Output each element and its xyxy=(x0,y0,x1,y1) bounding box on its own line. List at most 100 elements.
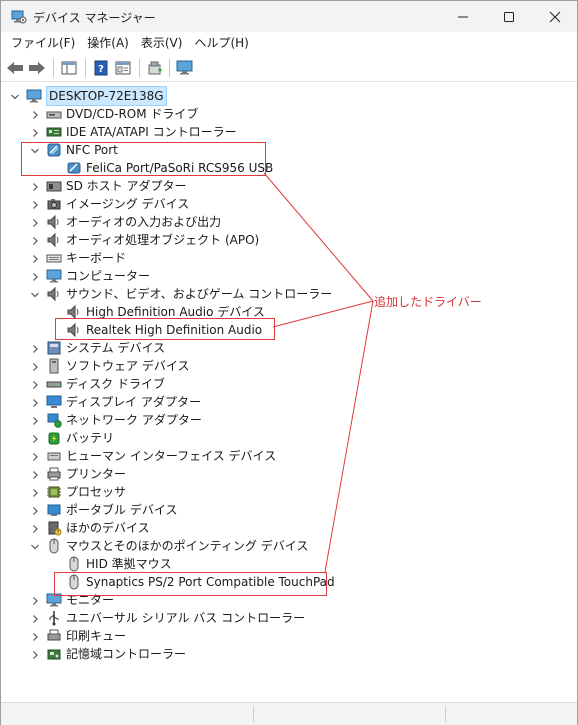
tree-device[interactable]: Realtek High Definition Audio xyxy=(1,321,577,339)
tree-category[interactable]: ポータブル デバイス xyxy=(1,501,577,519)
update-driver-button[interactable] xyxy=(145,58,165,78)
chevron-right-icon[interactable] xyxy=(30,433,40,443)
menu-help[interactable]: ヘルプ(H) xyxy=(188,32,254,54)
chevron-down-icon[interactable] xyxy=(30,145,40,155)
minimize-button[interactable] xyxy=(440,1,486,32)
tree-category[interactable]: オーディオ処理オブジェクト (APO) xyxy=(1,231,577,249)
tree-category[interactable]: モニター xyxy=(1,591,577,609)
tree-category[interactable]: NFC Port xyxy=(1,141,577,159)
chevron-right-icon[interactable] xyxy=(30,595,40,605)
computer-icon xyxy=(26,88,42,104)
tree-root[interactable]: DESKTOP-72E138G xyxy=(1,86,577,106)
tree-category-label: オーディオ処理オブジェクト (APO) xyxy=(66,233,260,247)
menu-action[interactable]: 操作(A) xyxy=(81,32,135,54)
chevron-down-icon[interactable] xyxy=(30,289,40,299)
scan-hardware-button[interactable] xyxy=(175,58,195,78)
tree-category-label: オーディオの入力および出力 xyxy=(66,215,222,229)
tree-category[interactable]: プロセッサ xyxy=(1,483,577,501)
tree-device[interactable]: High Definition Audio デバイス xyxy=(1,303,577,321)
tree-category[interactable]: ソフトウェア デバイス xyxy=(1,357,577,375)
chevron-right-icon[interactable] xyxy=(30,271,40,281)
storage-controller-icon xyxy=(46,646,62,662)
menu-file[interactable]: ファイル(F) xyxy=(5,32,81,54)
tree-category-label: ディスプレイ アダプター xyxy=(66,395,201,409)
tree-category-label: モニター xyxy=(66,593,115,607)
chevron-right-icon[interactable] xyxy=(30,631,40,641)
chevron-right-icon[interactable] xyxy=(30,415,40,425)
annotation-label: 追加したドライバー xyxy=(374,295,482,309)
chevron-right-icon[interactable] xyxy=(30,235,40,245)
tree-device[interactable]: HID 準拠マウス xyxy=(1,555,577,573)
tree-category[interactable]: キーボード xyxy=(1,249,577,267)
title-bar[interactable]: デバイス マネージャー xyxy=(1,1,577,32)
tree-category[interactable]: イメージング デバイス xyxy=(1,195,577,213)
svg-text:?: ? xyxy=(57,530,60,536)
ide-controller-icon xyxy=(46,124,62,140)
sd-host-icon xyxy=(46,178,62,194)
tree-category[interactable]: 記憶域コントローラー xyxy=(1,645,577,663)
maximize-button[interactable] xyxy=(486,1,532,32)
forward-button[interactable] xyxy=(27,58,47,78)
tree-category[interactable]: プリンター xyxy=(1,465,577,483)
monitor-icon xyxy=(46,268,62,284)
tree-category[interactable]: 印刷キュー xyxy=(1,627,577,645)
chevron-right-icon[interactable] xyxy=(30,109,40,119)
minimize-icon xyxy=(458,16,468,17)
mouse-icon xyxy=(66,574,82,590)
toolbar-separator xyxy=(53,59,54,77)
window-title: デバイス マネージャー xyxy=(33,11,156,25)
chevron-right-icon[interactable] xyxy=(30,343,40,353)
tree-category[interactable]: コンピューター xyxy=(1,267,577,285)
chevron-right-icon[interactable] xyxy=(30,127,40,137)
tree-category[interactable]: ヒューマン インターフェイス デバイス xyxy=(1,447,577,465)
chevron-right-icon[interactable] xyxy=(30,397,40,407)
chevron-down-icon[interactable] xyxy=(10,91,20,101)
nfc-icon xyxy=(46,142,62,158)
chevron-right-icon[interactable] xyxy=(30,217,40,227)
chevron-right-icon[interactable] xyxy=(30,181,40,191)
processor-icon xyxy=(46,484,62,500)
tree-category[interactable]: ディスプレイ アダプター xyxy=(1,393,577,411)
tree-device[interactable]: Synaptics PS/2 Port Compatible TouchPad xyxy=(1,573,577,591)
tree-category-label: IDE ATA/ATAPI コントローラー xyxy=(66,125,237,139)
tree-category[interactable]: ユニバーサル シリアル バス コントローラー xyxy=(1,609,577,627)
chevron-right-icon[interactable] xyxy=(30,379,40,389)
chevron-right-icon[interactable] xyxy=(30,613,40,623)
help-button[interactable]: ? xyxy=(91,58,111,78)
tree-root-label: DESKTOP-72E138G xyxy=(46,86,167,106)
back-button[interactable] xyxy=(5,58,25,78)
tree-category[interactable]: SD ホスト アダプター xyxy=(1,177,577,195)
tree-category[interactable]: ネットワーク アダプター xyxy=(1,411,577,429)
chevron-right-icon[interactable] xyxy=(30,523,40,533)
properties-button[interactable] xyxy=(113,58,133,78)
tree-category[interactable]: ディスク ドライブ xyxy=(1,375,577,393)
tree-category[interactable]: DVD/CD-ROM ドライブ xyxy=(1,105,577,123)
chevron-right-icon[interactable] xyxy=(30,469,40,479)
chevron-right-icon[interactable] xyxy=(30,253,40,263)
chevron-right-icon[interactable] xyxy=(30,505,40,515)
tree-category-label: システム デバイス xyxy=(66,341,166,355)
tree-category[interactable]: サウンド、ビデオ、およびゲーム コントローラー xyxy=(1,285,577,303)
chevron-down-icon[interactable] xyxy=(30,541,40,551)
close-button[interactable] xyxy=(532,1,578,32)
tree-category[interactable]: システム デバイス xyxy=(1,339,577,357)
tree-category[interactable]: ? ほかのデバイス xyxy=(1,519,577,537)
tree-category-label: NFC Port xyxy=(66,143,118,157)
arrow-left-icon xyxy=(7,62,23,74)
tree-category[interactable]: オーディオの入力および出力 xyxy=(1,213,577,231)
chevron-right-icon[interactable] xyxy=(30,487,40,497)
chevron-right-icon[interactable] xyxy=(30,649,40,659)
tree-category-label: DVD/CD-ROM ドライブ xyxy=(66,107,199,121)
tree-category[interactable]: バッテリ xyxy=(1,429,577,447)
show-hide-console-tree-button[interactable] xyxy=(59,58,79,78)
chevron-right-icon[interactable] xyxy=(30,199,40,209)
menu-view[interactable]: 表示(V) xyxy=(135,32,189,54)
tree-device[interactable]: FeliCa Port/PaSoRi RCS956 USB xyxy=(1,159,577,177)
printer-icon xyxy=(46,466,62,482)
chevron-right-icon[interactable] xyxy=(30,361,40,371)
tree-category-label: キーボード xyxy=(66,251,127,265)
software-device-icon xyxy=(46,358,62,374)
tree-category[interactable]: マウスとそのほかのポインティング デバイス xyxy=(1,537,577,555)
chevron-right-icon[interactable] xyxy=(30,451,40,461)
tree-category[interactable]: IDE ATA/ATAPI コントローラー xyxy=(1,123,577,141)
